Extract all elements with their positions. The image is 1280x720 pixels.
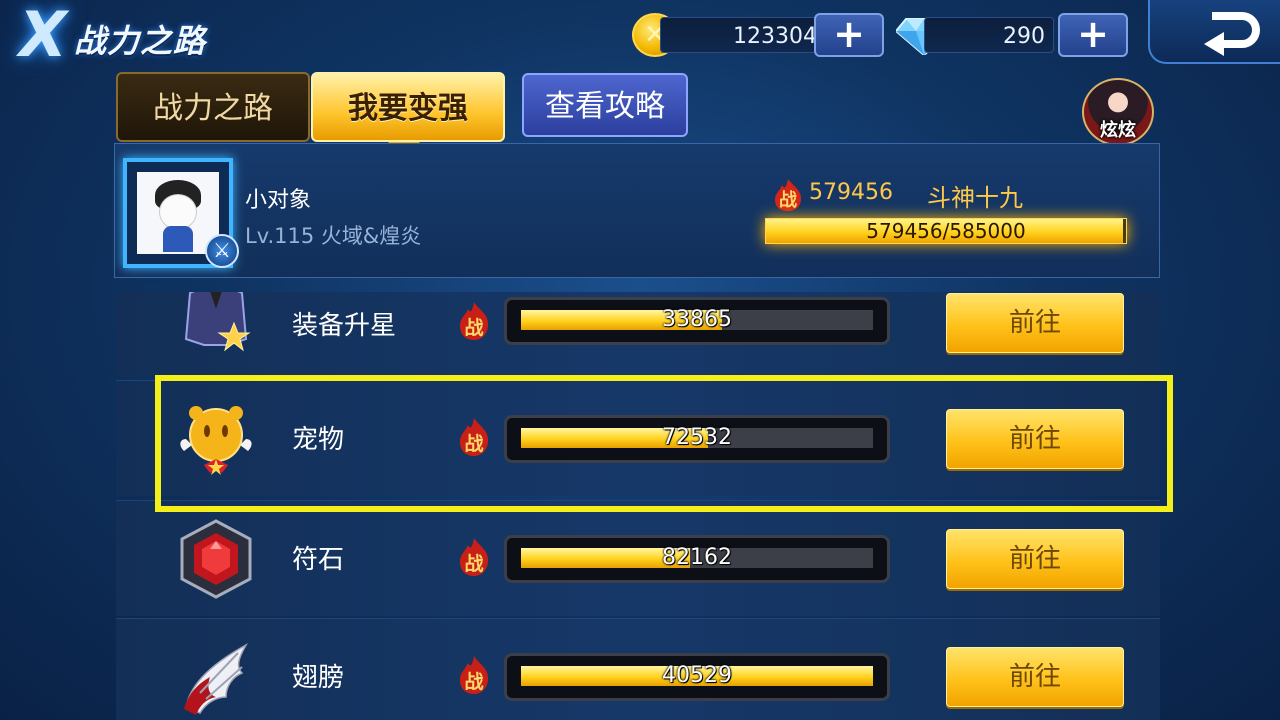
power-flame-label: 战 [779,190,797,211]
logo-x-icon: X [19,0,67,71]
diamond-amount-box: 290 [924,17,1054,53]
list-item-rune-stone: 符石 战 82162 前往 [116,500,1160,616]
add-diamond-button[interactable]: + [1058,13,1128,57]
rank-progress-bar: 579456/585000 [765,218,1127,244]
power-progress-bar: 33865 [504,297,890,345]
class-sword-icon: ⚔ [205,234,239,268]
player-level-server: Lv.115 火域&煌炎 [245,224,422,248]
power-flame-label: 战 [464,671,483,693]
power-flame-icon: 战 [775,179,802,211]
list-item-wings: 翅膀 战 40529 前往 [116,618,1160,720]
power-flame-icon: 战 [460,302,489,340]
game-logo: X 战力之路 [8,2,248,68]
assistant-avatar[interactable]: 炫炫 [1082,78,1154,146]
add-gold-button[interactable]: + [814,13,884,57]
list-item-label: 装备升星 [292,311,397,341]
power-flame-icon: 战 [460,538,489,576]
wings-icon [184,643,248,715]
list-item-label: 符石 [292,545,345,575]
total-power-value: 579456 [809,180,893,205]
tutorial-highlight-box [155,375,1173,512]
page-title: 战力之路 [74,22,207,60]
player-name: 小对象 [245,188,312,213]
tab-power-road[interactable]: 战力之路 [116,72,310,142]
armor-star-icon [184,292,251,352]
goto-button[interactable]: 前往 [946,293,1124,353]
power-progress-value: 82162 [662,545,732,570]
diamond-amount: 290 [1003,24,1045,49]
power-progress-value: 33865 [662,307,732,332]
back-button[interactable] [1148,0,1280,64]
tab-view-guide[interactable]: 查看攻略 [522,73,688,137]
goto-button[interactable]: 前往 [946,647,1124,707]
avatar-body [163,226,193,252]
diamond-currency: 290 + [896,13,1128,57]
tab-get-stronger[interactable]: 我要变强 [311,72,505,142]
avatar-face [159,194,197,230]
rank-progress-text: 579456/585000 [866,219,1026,243]
power-progress-value: 40529 [662,663,732,688]
rune-stone-icon [180,519,252,599]
top-bar: X 战力之路 ✕ 1233043 + 290 + [0,0,1280,70]
gold-amount-box: 1233043 [660,17,840,53]
power-flame-label: 战 [464,317,483,339]
assistant-label: 炫炫 [1100,120,1136,141]
power-flame-icon: 战 [460,656,489,694]
power-progress-bar: 40529 [504,653,890,701]
goto-button[interactable]: 前往 [946,529,1124,589]
rank-title: 斗神十九 [927,184,1023,212]
list-item-equipment-star: 装备升星 战 33865 前往 [116,292,1160,376]
player-panel: ⚔ 小对象 Lv.115 火域&煌炎 战 579456 斗神十九 579456/… [114,143,1160,278]
power-flame-label: 战 [464,553,483,575]
power-progress-bar: 82162 [504,535,890,583]
return-arrow-icon [1204,12,1260,56]
gold-currency: ✕ 1233043 + [632,13,884,57]
list-item-label: 翅膀 [292,663,345,693]
